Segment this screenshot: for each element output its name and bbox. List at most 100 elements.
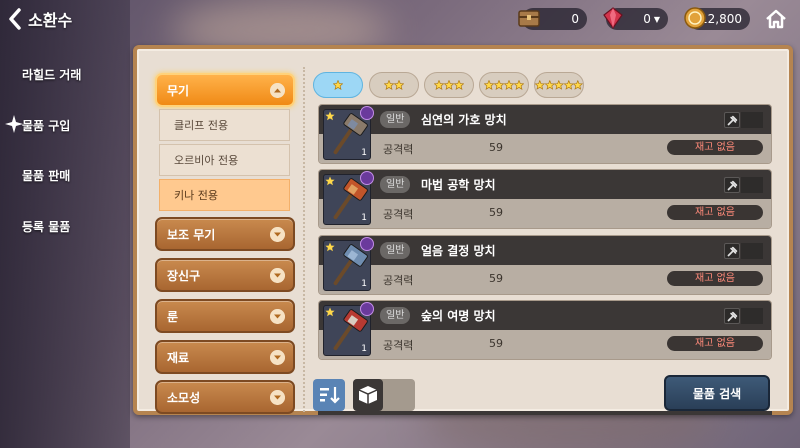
package-filter-toggle[interactable] <box>353 379 415 411</box>
stat-label: 공격력 <box>383 274 414 287</box>
red-gem-icon <box>603 7 623 30</box>
chevron-down-icon <box>270 390 285 405</box>
star-icon <box>325 307 335 317</box>
star-icon <box>333 80 343 90</box>
grade-badge: 일반 <box>380 176 411 193</box>
item-search-button[interactable]: 물품 검색 <box>664 375 770 411</box>
category-rune[interactable]: 룬 <box>155 299 295 333</box>
stat-value: 59 <box>489 272 503 285</box>
sidebar-item-registered[interactable]: 등록 물품 <box>0 218 130 235</box>
item-count: 1 <box>361 148 367 158</box>
star-tab-5[interactable] <box>534 72 584 98</box>
star-icon <box>325 176 335 186</box>
caret-down-icon: ▼ <box>653 14 660 24</box>
sidebar-item-rahild-trade[interactable]: 라힐드 거래 <box>0 66 130 83</box>
shop-panel: 무기 클리프 전용 오르비아 전용 키나 전용 보조 무기 장신구 룬 재료 소… <box>133 45 793 415</box>
stat-value: 59 <box>489 141 503 154</box>
star-icon <box>544 80 555 90</box>
stock-status-badge: 재고 없음 <box>667 205 763 220</box>
star-icon <box>504 80 514 90</box>
sidebar-item-label: 물품 구입 <box>22 119 71 133</box>
sort-button[interactable] <box>313 379 345 411</box>
pin-button[interactable] <box>724 308 740 324</box>
item-name: 얼음 결정 망치 <box>421 244 496 258</box>
chevron-up-icon <box>270 83 285 98</box>
category-label: 보조 무기 <box>167 227 216 242</box>
star-icon <box>434 80 444 90</box>
sidebar-item-label: 등록 물품 <box>22 220 71 234</box>
stock-status-badge: 재고 없음 <box>667 271 763 286</box>
chevron-down-icon <box>270 268 285 283</box>
chest-count: 0 <box>571 12 579 26</box>
category-sub-weapon[interactable]: 보조 무기 <box>155 217 295 251</box>
item-row[interactable]: 1 일반 심연의 가호 망치공격력 59 재고 없음 <box>318 104 772 164</box>
stat-label: 공격력 <box>383 143 414 156</box>
currency-gold: 12,800 <box>684 7 750 30</box>
sidebar-item-buy[interactable]: 물품 구입 <box>0 115 130 134</box>
category-label: 재료 <box>167 350 190 365</box>
star-icon <box>563 80 574 90</box>
star-icon <box>454 80 464 90</box>
element-badge-icon <box>360 302 374 316</box>
item-thumbnail: 1 <box>323 171 374 225</box>
item-name: 마법 공학 망치 <box>421 178 496 192</box>
chevron-down-icon <box>270 350 285 365</box>
category-label: 무기 <box>167 83 190 98</box>
item-row-partial <box>318 411 772 415</box>
pin-button[interactable] <box>724 243 740 259</box>
element-badge-icon <box>360 106 374 120</box>
star-icon <box>325 242 335 252</box>
category-accessory[interactable]: 장신구 <box>155 258 295 292</box>
subcategory-orbia[interactable]: 오르비아 전용 <box>159 144 290 176</box>
star-tab-3[interactable] <box>424 72 474 98</box>
category-consumable[interactable]: 소모성 <box>155 380 295 414</box>
item-thumbnail: 1 <box>323 302 374 356</box>
item-thumbnail: 1 <box>323 106 374 160</box>
category-weapon[interactable]: 무기 <box>155 73 295 107</box>
item-count: 1 <box>361 213 367 223</box>
stock-status-badge: 재고 없음 <box>667 336 763 351</box>
item-row[interactable]: 1 일반 마법 공학 망치공격력 59 재고 없음 <box>318 169 772 229</box>
box-icon <box>358 386 378 404</box>
star-tab-2[interactable] <box>369 72 419 98</box>
page-title: 소환수 <box>28 11 73 30</box>
home-icon[interactable] <box>764 7 788 31</box>
star-icon <box>394 80 404 90</box>
sparkle-icon <box>5 115 23 133</box>
star-icon <box>484 80 494 90</box>
item-name: 숲의 여명 망치 <box>421 309 496 323</box>
pin-button[interactable] <box>724 177 740 193</box>
item-row[interactable]: 1 일반 얼음 결정 망치 공격력 59 재고 없음 <box>318 235 772 295</box>
top-bar: 소환수 0 0 ▼ 12,800 <box>0 0 800 38</box>
back-button[interactable]: 소환수 <box>8 7 72 31</box>
pin-slot <box>741 112 763 128</box>
star-tab-4[interactable] <box>479 72 529 98</box>
subcategory-cliff[interactable]: 클리프 전용 <box>159 109 290 141</box>
category-material[interactable]: 재료 <box>155 340 295 374</box>
stat-label: 공격력 <box>383 339 414 352</box>
pin-slot <box>741 308 763 324</box>
subcategory-label: 클리프 전용 <box>174 119 229 132</box>
stat-label: 공격력 <box>383 208 414 221</box>
category-label: 룬 <box>167 309 179 324</box>
sidebar-item-label: 물품 판매 <box>22 169 71 183</box>
gold-coin-icon <box>684 7 706 29</box>
grade-badge: 일반 <box>380 111 411 128</box>
stat-value: 59 <box>489 206 503 219</box>
search-button-label: 물품 검색 <box>692 386 742 401</box>
pin-button[interactable] <box>724 112 740 128</box>
subcategory-kina[interactable]: 키나 전용 <box>159 179 290 211</box>
item-name: 심연의 가호 망치 <box>421 113 507 127</box>
sidebar-item-sell[interactable]: 물품 판매 <box>0 167 130 184</box>
item-row[interactable]: 1 일반 숲의 여명 망치 공격력 59 재고 없음 <box>318 300 772 360</box>
grade-badge: 일반 <box>380 307 411 324</box>
star-icon <box>573 80 583 90</box>
chevron-down-icon <box>270 227 285 242</box>
treasure-chest-icon <box>518 10 540 27</box>
stock-status-badge: 재고 없음 <box>667 140 763 155</box>
star-icon <box>444 80 454 90</box>
currency-chest: 0 <box>518 8 587 30</box>
currency-gem[interactable]: 0 ▼ <box>603 7 668 30</box>
pin-icon <box>727 311 738 322</box>
star-tab-1[interactable] <box>313 72 363 98</box>
